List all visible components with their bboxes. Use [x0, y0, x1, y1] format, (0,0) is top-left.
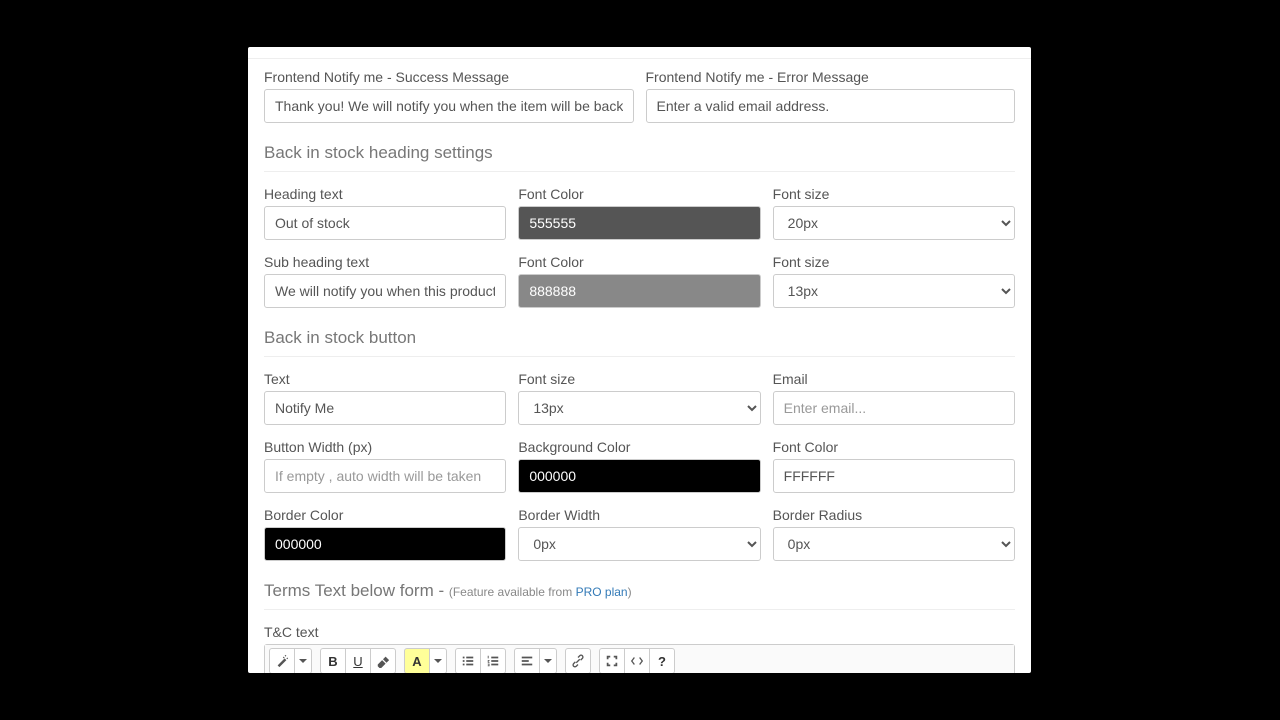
ul-icon	[461, 654, 475, 668]
font-color-button[interactable]: A	[404, 648, 430, 673]
underline-button[interactable]: U	[345, 648, 371, 673]
code-view-button[interactable]	[624, 648, 650, 673]
tc-text-label: T&C text	[264, 624, 1015, 640]
magic-dropdown[interactable]	[294, 648, 312, 673]
button-font-color-label: Font Color	[773, 439, 1015, 455]
eraser-icon	[376, 654, 390, 668]
button-text-label: Text	[264, 371, 506, 387]
button-width-label: Button Width (px)	[264, 439, 506, 455]
subheading-text-label: Sub heading text	[264, 254, 506, 270]
magic-icon	[275, 654, 289, 668]
border-radius-select[interactable]: 0px	[773, 527, 1015, 561]
align-icon	[520, 654, 534, 668]
help-button[interactable]: ?	[649, 648, 675, 673]
button-size-label: Font size	[518, 371, 760, 387]
ordered-list-button[interactable]	[480, 648, 506, 673]
clear-format-button[interactable]	[370, 648, 396, 673]
heading-color-input[interactable]	[518, 206, 760, 240]
subheading-color-input[interactable]	[518, 274, 760, 308]
heading-section-title: Back in stock heading settings	[264, 137, 1015, 172]
terms-note-prefix: (Feature available from	[449, 585, 576, 599]
code-icon	[630, 654, 644, 668]
fullscreen-icon	[605, 654, 619, 668]
terms-title-text: Terms Text below form -	[264, 581, 449, 600]
heading-size-label: Font size	[773, 186, 1015, 202]
pro-plan-link[interactable]: PRO plan	[576, 585, 628, 599]
button-width-input[interactable]	[264, 459, 506, 493]
button-email-label: Email	[773, 371, 1015, 387]
border-radius-label: Border Radius	[773, 507, 1015, 523]
bold-button[interactable]: B	[320, 648, 346, 673]
subheading-text-input[interactable]	[264, 274, 506, 308]
border-width-label: Border Width	[518, 507, 760, 523]
subheading-size-select[interactable]: 13px	[773, 274, 1015, 308]
button-text-input[interactable]	[264, 391, 506, 425]
magic-button[interactable]	[269, 648, 295, 673]
subheading-color-label: Font Color	[518, 254, 760, 270]
align-dropdown[interactable]	[539, 648, 557, 673]
button-font-color-input[interactable]	[773, 459, 1015, 493]
border-color-input[interactable]	[264, 527, 506, 561]
editor-toolbar: B U A	[265, 645, 1014, 673]
heading-color-label: Font Color	[518, 186, 760, 202]
button-bg-input[interactable]	[518, 459, 760, 493]
link-button[interactable]	[565, 648, 591, 673]
link-icon	[571, 654, 585, 668]
terms-section-title: Terms Text below form - (Feature availab…	[264, 575, 1015, 610]
success-msg-label: Frontend Notify me - Success Message	[264, 69, 634, 85]
heading-size-select[interactable]: 20px	[773, 206, 1015, 240]
rich-text-editor: B U A	[264, 644, 1015, 673]
font-color-dropdown[interactable]	[429, 648, 447, 673]
error-msg-input[interactable]	[646, 89, 1016, 123]
panel-top-divider	[248, 47, 1031, 59]
heading-text-label: Heading text	[264, 186, 506, 202]
subheading-size-label: Font size	[773, 254, 1015, 270]
button-email-input[interactable]	[773, 391, 1015, 425]
align-button[interactable]	[514, 648, 540, 673]
settings-panel: Frontend Notify me - Success Message Fro…	[248, 47, 1031, 673]
button-bg-label: Background Color	[518, 439, 760, 455]
unordered-list-button[interactable]	[455, 648, 481, 673]
success-msg-input[interactable]	[264, 89, 634, 123]
terms-note-suffix: )	[628, 585, 632, 599]
fullscreen-button[interactable]	[599, 648, 625, 673]
heading-text-input[interactable]	[264, 206, 506, 240]
ol-icon	[486, 654, 500, 668]
border-color-label: Border Color	[264, 507, 506, 523]
error-msg-label: Frontend Notify me - Error Message	[646, 69, 1016, 85]
button-size-select[interactable]: 13px	[518, 391, 760, 425]
border-width-select[interactable]: 0px	[518, 527, 760, 561]
button-section-title: Back in stock button	[264, 322, 1015, 357]
